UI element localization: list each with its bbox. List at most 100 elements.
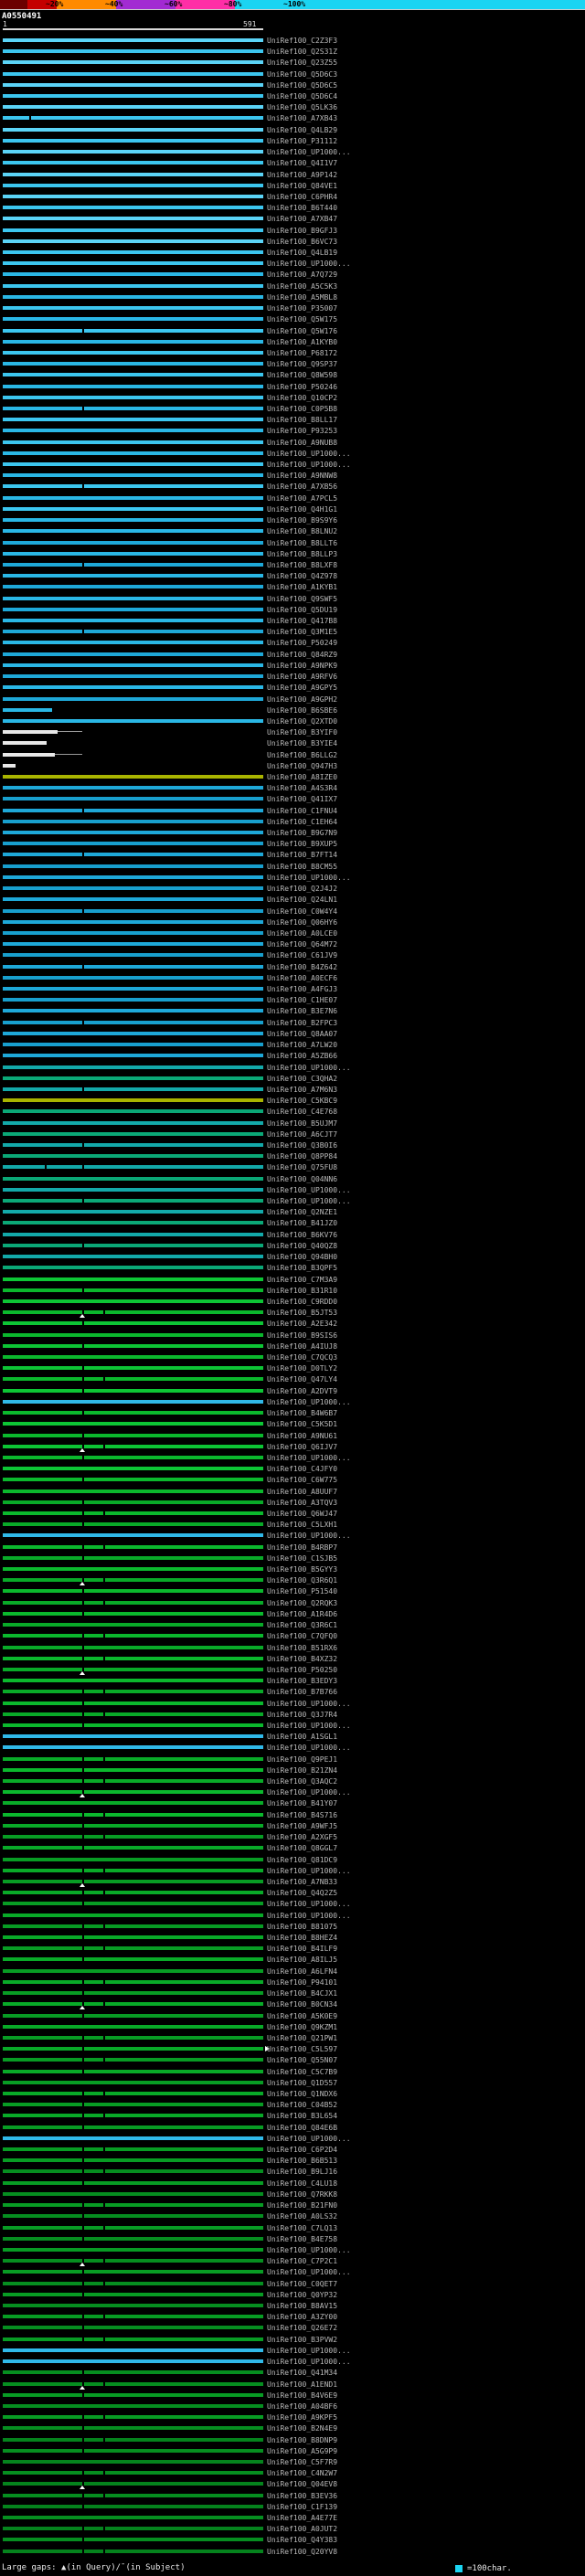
hit-bar[interactable] — [3, 1377, 263, 1382]
hit-bar[interactable] — [3, 975, 263, 980]
hit-label[interactable]: UniRef100_Q3R6C1 — [267, 1621, 337, 1629]
hit-label[interactable]: UniRef100_Q2J4J2 — [267, 885, 337, 893]
hit-bar[interactable] — [3, 1131, 263, 1136]
hit-bar[interactable] — [3, 2203, 263, 2208]
hit-label[interactable]: UniRef100_UP1000... — [267, 1532, 351, 1540]
hit-label[interactable]: UniRef100_Q9PEJ1 — [267, 1755, 337, 1764]
hit-label[interactable]: UniRef100_B5GYY3 — [267, 1565, 337, 1574]
hit-label[interactable]: UniRef100_A9NUB8 — [267, 439, 337, 447]
hit-bar[interactable] — [3, 1411, 263, 1415]
hit-label[interactable]: UniRef100_C5C7B9 — [267, 2068, 337, 2076]
hit-bar[interactable] — [3, 2058, 263, 2062]
hit-label[interactable]: UniRef100_Q84VE1 — [267, 182, 337, 190]
hit-bar[interactable] — [3, 1065, 263, 1069]
hit-bar[interactable] — [3, 2035, 263, 2040]
hit-label[interactable]: UniRef100_C1EH64 — [267, 818, 337, 826]
hit-bar[interactable] — [3, 1957, 263, 1962]
hit-bar[interactable] — [3, 172, 263, 176]
hit-bar[interactable] — [3, 696, 263, 701]
hit-bar[interactable] — [3, 2471, 263, 2475]
hit-bar[interactable] — [3, 2538, 263, 2542]
hit-label[interactable]: UniRef100_Q8GGL7 — [267, 1844, 337, 1852]
hit-label[interactable]: UniRef100_B21ZN4 — [267, 1766, 337, 1775]
hit-bar[interactable] — [3, 2392, 263, 2397]
hit-bar[interactable] — [3, 819, 263, 823]
hit-bar[interactable] — [3, 1266, 263, 1270]
hit-bar[interactable] — [3, 2504, 263, 2508]
hit-bar[interactable] — [3, 2047, 263, 2051]
hit-label[interactable]: UniRef100_UP1000... — [267, 1867, 351, 1875]
hit-bar[interactable] — [3, 1634, 263, 1638]
hit-bar[interactable] — [3, 685, 263, 690]
hit-label[interactable]: UniRef100_B4RBP7 — [267, 1543, 337, 1552]
hit-label[interactable]: UniRef100_C0W4Y4 — [267, 907, 337, 916]
hit-label[interactable]: UniRef100_A0LCE0 — [267, 929, 337, 938]
hit-bar[interactable] — [3, 607, 263, 611]
hit-label[interactable]: UniRef100_C7LQ13 — [267, 2224, 337, 2232]
hit-bar[interactable] — [3, 2247, 263, 2252]
hit-label[interactable]: UniRef100_B4CJX1 — [267, 1989, 337, 1998]
hit-label[interactable]: UniRef100_Q6IJV7 — [267, 1443, 337, 1451]
hit-label[interactable]: UniRef100_A04BF6 — [267, 2402, 337, 2411]
hit-bar[interactable] — [3, 540, 263, 545]
hit-label[interactable]: UniRef100_Q8W598 — [267, 371, 337, 379]
hit-label[interactable]: UniRef100_P94101 — [267, 1978, 337, 1987]
hit-bar[interactable] — [3, 105, 263, 110]
hit-bar[interactable] — [3, 1020, 263, 1024]
hit-bar[interactable] — [3, 1109, 263, 1114]
hit-bar[interactable] — [3, 1935, 263, 1940]
hit-label[interactable]: UniRef100_P35007 — [267, 304, 337, 313]
hit-label[interactable]: UniRef100_Q2NZE1 — [267, 1208, 337, 1216]
hit-bar[interactable] — [3, 1812, 263, 1817]
hit-label[interactable]: UniRef100_B8DNP9 — [267, 2436, 337, 2444]
hit-label[interactable]: UniRef100_Q21PW1 — [267, 2034, 337, 2042]
hit-label[interactable]: UniRef100_B41Y07 — [267, 1799, 337, 1807]
hit-bar[interactable] — [3, 2125, 263, 2129]
hit-label[interactable]: UniRef100_Q81DC9 — [267, 1856, 337, 1864]
hit-bar[interactable] — [3, 2013, 263, 2018]
hit-bar[interactable] — [3, 138, 263, 143]
hit-bar[interactable] — [3, 2236, 263, 2241]
hit-bar[interactable] — [3, 1656, 263, 1660]
hit-bar[interactable] — [3, 1979, 263, 1984]
hit-bar[interactable] — [3, 2337, 263, 2341]
hit-bar[interactable] — [3, 942, 263, 947]
hit-bar[interactable] — [3, 161, 263, 165]
hit-bar[interactable] — [3, 1667, 263, 1671]
hit-label[interactable]: UniRef100_UP1000... — [267, 1788, 351, 1797]
hit-bar[interactable] — [3, 1243, 263, 1247]
hit-label[interactable]: UniRef100_P51540 — [267, 1587, 337, 1595]
hit-label[interactable]: UniRef100_Q4I1V7 — [267, 159, 337, 167]
hit-bar[interactable] — [3, 1299, 263, 1303]
hit-label[interactable]: UniRef100_B3L654 — [267, 2112, 337, 2120]
hit-bar[interactable] — [3, 730, 58, 735]
hit-bar[interactable] — [3, 2381, 263, 2386]
hit-label[interactable]: UniRef100_Q5D6C3 — [267, 70, 337, 79]
hit-bar[interactable] — [3, 2259, 263, 2263]
hit-bar[interactable] — [3, 2225, 263, 2230]
hit-label[interactable]: UniRef100_A4E77E — [267, 2514, 337, 2522]
hit-bar[interactable] — [3, 674, 263, 679]
hit-label[interactable]: UniRef100_B3EDY3 — [267, 1677, 337, 1685]
hit-bar[interactable] — [3, 630, 263, 634]
hit-label[interactable]: UniRef100_B2FPC3 — [267, 1019, 337, 1027]
hit-bar[interactable] — [3, 339, 263, 344]
hit-bar[interactable] — [3, 473, 263, 478]
hit-bar[interactable] — [3, 462, 263, 467]
hit-bar[interactable] — [3, 1355, 263, 1360]
hit-bar[interactable] — [3, 1756, 263, 1761]
hit-bar[interactable] — [3, 1511, 263, 1515]
hit-bar[interactable] — [3, 440, 263, 444]
hit-label[interactable]: UniRef100_UP1000... — [267, 1398, 351, 1406]
hit-label[interactable]: UniRef100_Q947H3 — [267, 762, 337, 770]
hit-label[interactable]: UniRef100_C6W775 — [267, 1476, 337, 1484]
hit-bar[interactable] — [3, 2191, 263, 2196]
hit-label[interactable]: UniRef100_B7B766 — [267, 1688, 337, 1696]
hit-label[interactable]: UniRef100_B6LLG2 — [267, 751, 337, 759]
hit-bar[interactable] — [3, 239, 263, 243]
hit-bar[interactable] — [3, 752, 55, 757]
hit-bar[interactable] — [3, 1879, 263, 1883]
hit-bar[interactable] — [3, 1120, 263, 1125]
hit-bar[interactable] — [3, 551, 263, 556]
hit-label[interactable]: UniRef100_Q84E6B — [267, 2124, 337, 2132]
